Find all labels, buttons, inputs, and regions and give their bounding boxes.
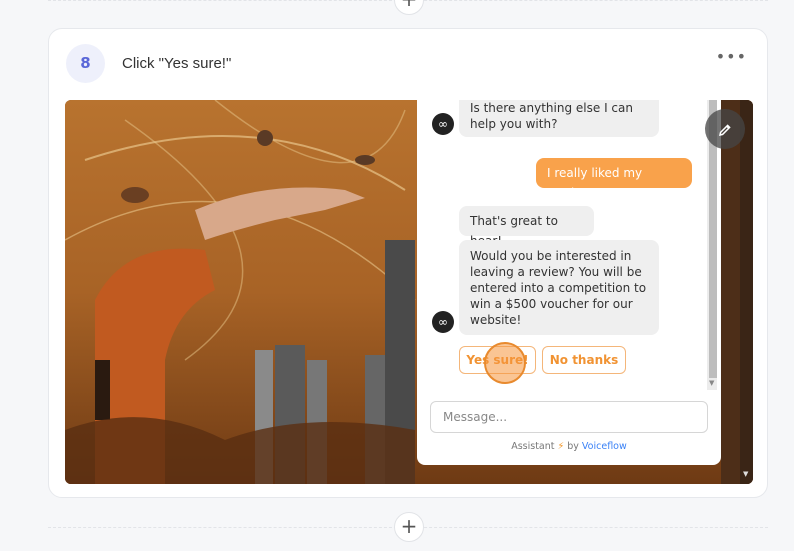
bot-avatar: ∞ <box>432 311 454 333</box>
voiceflow-link[interactable]: Voiceflow <box>582 441 627 452</box>
bot-avatar: ∞ <box>432 113 454 135</box>
pencil-icon[interactable] <box>705 109 745 149</box>
chat-widget: ∞ Is there anything else I can help you … <box>417 100 721 465</box>
add-step-button-top[interactable]: + <box>394 0 424 15</box>
bot-message: Is there anything else I can help you wi… <box>459 100 659 137</box>
lightning-icon: ⚡ <box>557 441 565 452</box>
chat-footer: Assistant ⚡ by Voiceflow <box>511 441 627 452</box>
page-scrollbar[interactable] <box>740 100 753 484</box>
bot-message: Would you be interested in leaving a rev… <box>459 240 659 335</box>
scroll-down-arrow-icon[interactable]: ▼ <box>709 379 714 387</box>
step-screenshot: ∞ Is there anything else I can help you … <box>65 100 753 484</box>
bot-message: That's great to hear! <box>459 206 594 248</box>
add-step-button-bottom[interactable]: + <box>394 512 424 542</box>
scroll-down-arrow-icon[interactable]: ▼ <box>743 470 748 478</box>
step-card: 8 Click "Yes sure!" ••• ∞ Is there anyth… <box>48 28 768 498</box>
step-number-badge: 8 <box>66 44 105 83</box>
user-message: I really liked my product <box>536 158 692 200</box>
message-input[interactable] <box>430 401 708 433</box>
step-title: Click "Yes sure!" <box>122 55 232 72</box>
no-thanks-button[interactable]: No thanks <box>542 346 626 374</box>
click-indicator <box>484 342 526 384</box>
more-horizontal-icon[interactable]: ••• <box>716 47 747 66</box>
